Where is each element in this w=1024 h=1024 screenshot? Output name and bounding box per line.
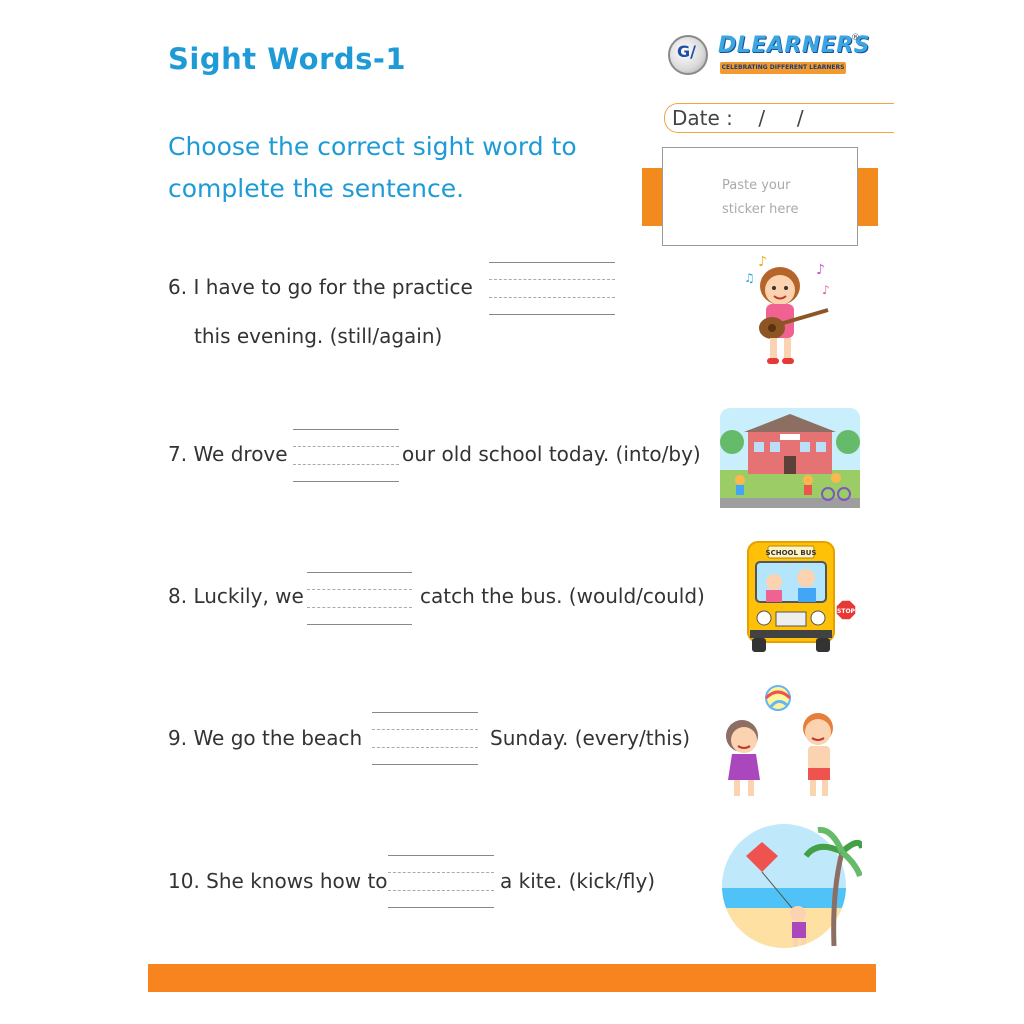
answer-blank-9[interactable] <box>372 712 478 765</box>
girl-with-guitar-icon: ♪ ♪ ♫ ♪ <box>744 254 830 364</box>
question-text-after: our old school today. (into/by) <box>402 442 701 466</box>
question-7: 7. We drove <box>168 442 288 466</box>
question-text-after: a kite. (kick/fly) <box>500 869 656 893</box>
question-number: 6. <box>168 275 188 299</box>
stop-sign-text: STOP <box>837 608 856 615</box>
kids-with-beach-ball-icon <box>726 685 833 796</box>
logo-wordmark: DLEARNERS <box>718 33 871 58</box>
date-label: Date : / / <box>672 106 804 130</box>
question-text-before: She knows how to <box>206 869 388 893</box>
svg-text:♪: ♪ <box>816 262 825 278</box>
answer-blank-6[interactable] <box>489 262 615 315</box>
question-text-after: Sunday. (every/this) <box>490 726 691 750</box>
question-number: 10. <box>168 869 200 893</box>
question-text-before: Luckily, we <box>193 584 304 608</box>
question-9: 9. We go the beach <box>168 726 362 750</box>
school-building-icon <box>720 408 860 508</box>
school-bus-icon: SCHOOL BUS STOP <box>747 541 857 652</box>
instruction-line-1: Choose the correct sight word to <box>168 132 577 161</box>
svg-text:♫: ♫ <box>744 271 755 285</box>
dlearners-logo: G/ DLEARNERS ® CELEBRATING DIFFERENT LEA… <box>668 33 871 79</box>
svg-text:♪: ♪ <box>822 283 830 297</box>
question-text-before: We drove <box>193 442 288 466</box>
instruction-line-2: complete the sentence. <box>168 174 465 203</box>
answer-blank-7[interactable] <box>293 429 399 482</box>
question-number: 9. <box>168 726 188 750</box>
logo-registered-mark: ® <box>851 33 860 43</box>
instructions: Choose the correct sight word to complet… <box>168 126 638 210</box>
logo-mark: G/ <box>677 42 696 61</box>
question-text-after: catch the bus. (would/could) <box>420 584 705 608</box>
girl-with-kite-icon <box>722 824 862 948</box>
footer-bar <box>148 964 876 992</box>
worksheet-title: Sight Words-1 <box>168 42 407 76</box>
svg-text:♪: ♪ <box>758 254 767 270</box>
sticker-line-2: sticker here <box>722 202 799 217</box>
question-number: 7. <box>168 442 188 466</box>
answer-blank-10[interactable] <box>388 855 494 908</box>
bus-sign-text: SCHOOL BUS <box>766 549 817 557</box>
logo-tagline: CELEBRATING DIFFERENT LEARNERS <box>720 62 846 74</box>
question-6-line2: this evening. (still/again) <box>194 324 443 348</box>
question-6: 6. I have to go for the practice <box>168 275 473 299</box>
question-number: 8. <box>168 584 188 608</box>
question-text-before: I have to go for the practice <box>193 275 473 299</box>
sticker-placeholder: Paste your sticker here <box>722 174 842 222</box>
question-text-before: We go the beach <box>193 726 363 750</box>
question-10: 10. She knows how to <box>168 869 388 893</box>
answer-blank-8[interactable] <box>307 572 412 625</box>
sticker-line-1: Paste your <box>722 178 791 193</box>
question-8: 8. Luckily, we <box>168 584 304 608</box>
